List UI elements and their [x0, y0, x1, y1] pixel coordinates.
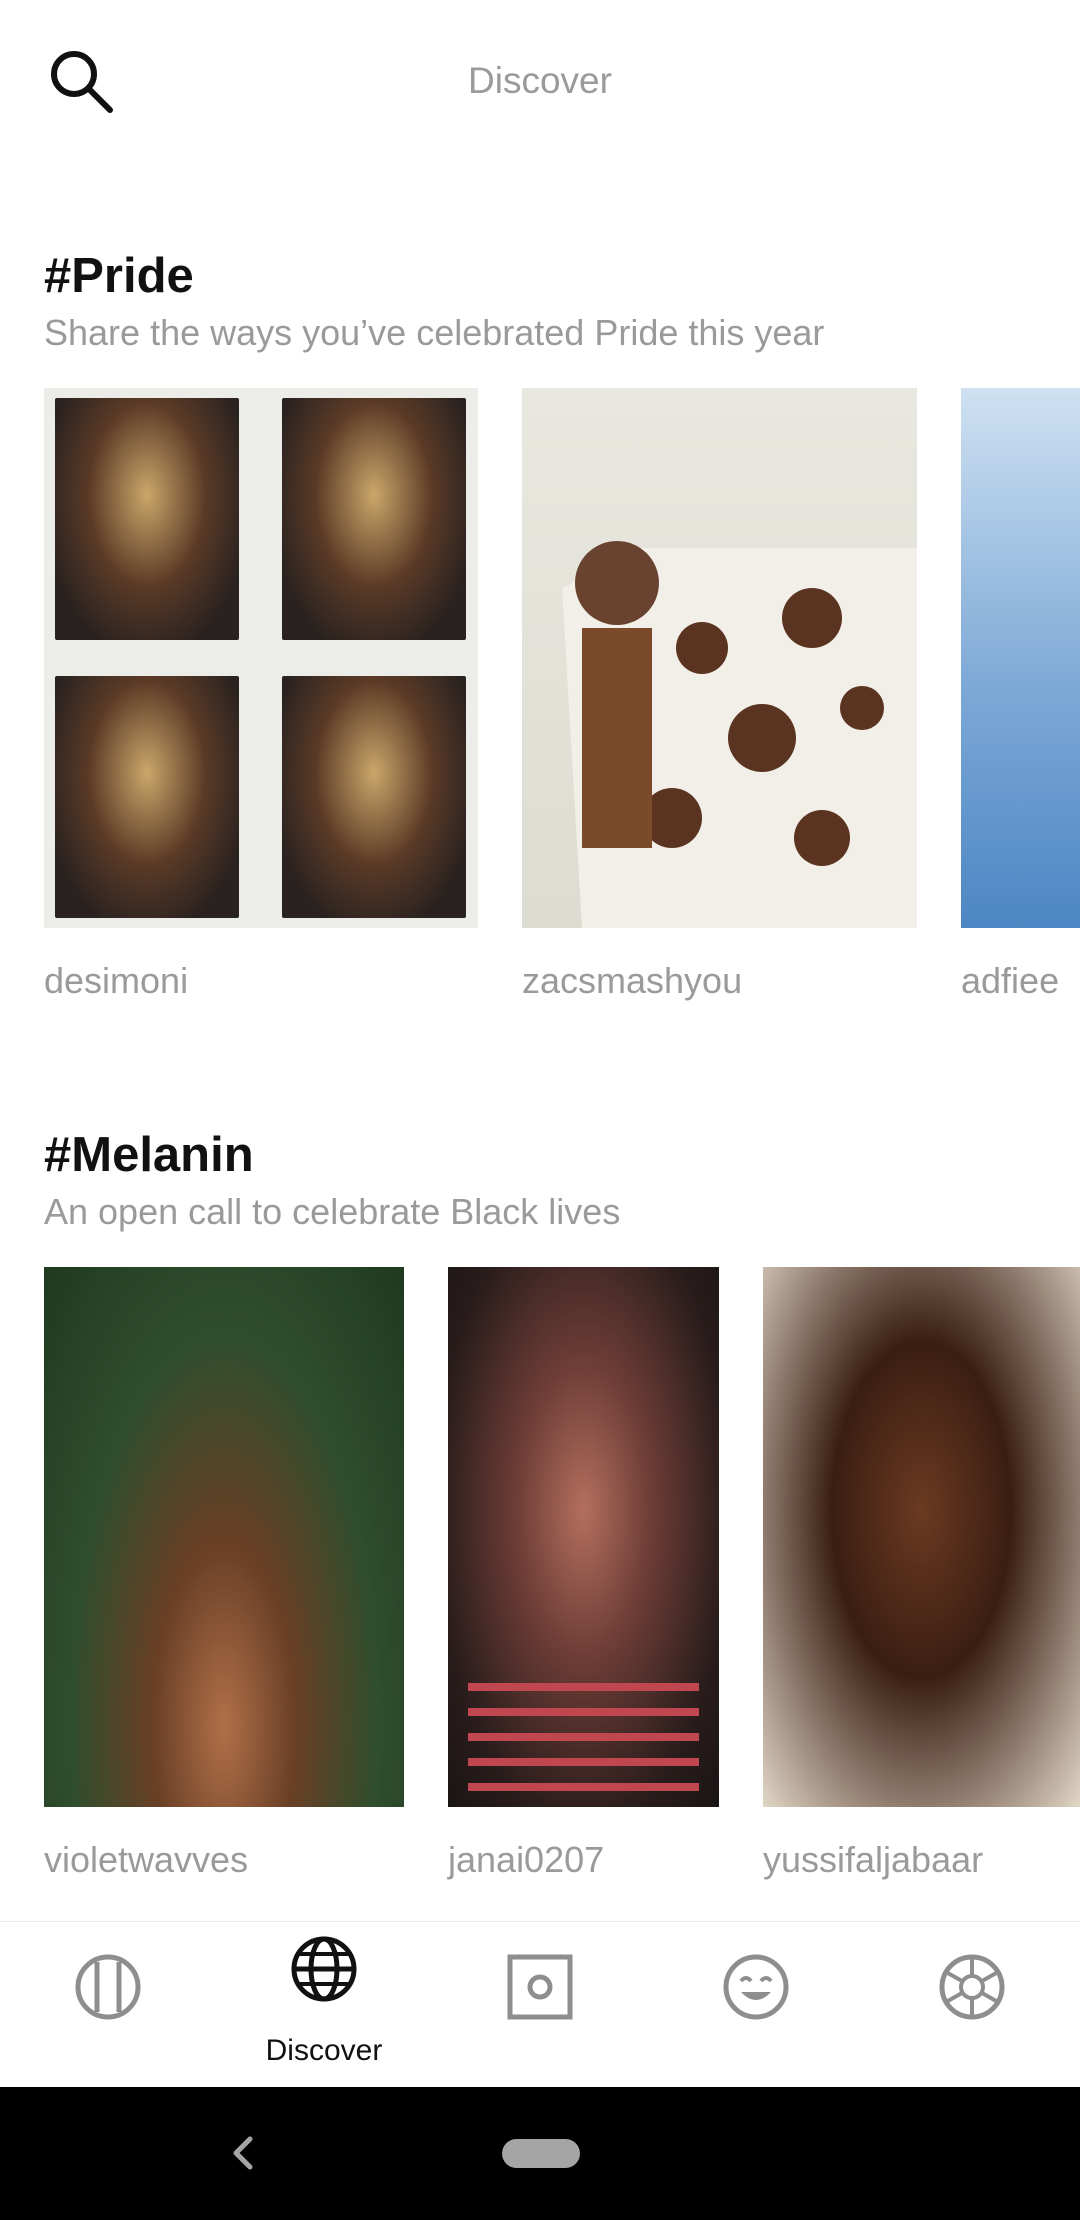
post-username[interactable]: yussifaljabaar	[763, 1839, 983, 1881]
bottom-nav: Discover	[0, 1921, 1080, 2088]
capture-icon	[507, 1954, 573, 2020]
post-photo[interactable]	[44, 388, 478, 928]
feed-icon	[75, 1954, 141, 2020]
globe-icon	[291, 1936, 357, 2002]
post-username[interactable]: adfiee	[961, 960, 1059, 1002]
home-pill[interactable]	[502, 2139, 580, 2168]
post-username[interactable]: janai0207	[448, 1839, 604, 1881]
nav-discover[interactable]: Discover	[216, 1922, 432, 2088]
section-pride: #Pride Share the ways you’ve celebrated …	[0, 248, 1080, 1008]
post-photo[interactable]	[44, 1267, 404, 1807]
nav-profile[interactable]	[864, 1922, 1080, 2088]
section-title[interactable]: #Melanin	[44, 1127, 254, 1183]
back-icon[interactable]	[222, 2123, 262, 2183]
section-subtitle: Share the ways you’ve celebrated Pride t…	[44, 312, 825, 353]
aperture-icon	[939, 1954, 1005, 2020]
nav-reactions[interactable]	[648, 1922, 864, 2088]
section-subtitle: An open call to celebrate Black lives	[44, 1191, 621, 1232]
top-bar: Discover	[0, 0, 1080, 170]
post-username[interactable]: desimoni	[44, 960, 188, 1002]
post-photo[interactable]	[448, 1267, 719, 1807]
photo-figure	[562, 541, 917, 928]
post-username[interactable]: zacsmashyou	[522, 960, 742, 1002]
section-title[interactable]: #Pride	[44, 248, 194, 304]
smiley-icon	[723, 1954, 789, 2020]
post-photo[interactable]	[763, 1267, 1080, 1807]
system-nav-bar	[0, 2087, 1080, 2220]
post-username[interactable]: violetwavves	[44, 1839, 248, 1881]
section-melanin: #Melanin An open call to celebrate Black…	[0, 1127, 1080, 1887]
post-photo[interactable]	[961, 388, 1080, 928]
nav-capture[interactable]	[432, 1922, 648, 2088]
nav-feed[interactable]	[0, 1922, 216, 2088]
post-photo[interactable]	[522, 388, 917, 928]
nav-label: Discover	[265, 2034, 383, 2067]
page-title: Discover	[468, 60, 612, 101]
photo-figure	[468, 1683, 699, 1791]
